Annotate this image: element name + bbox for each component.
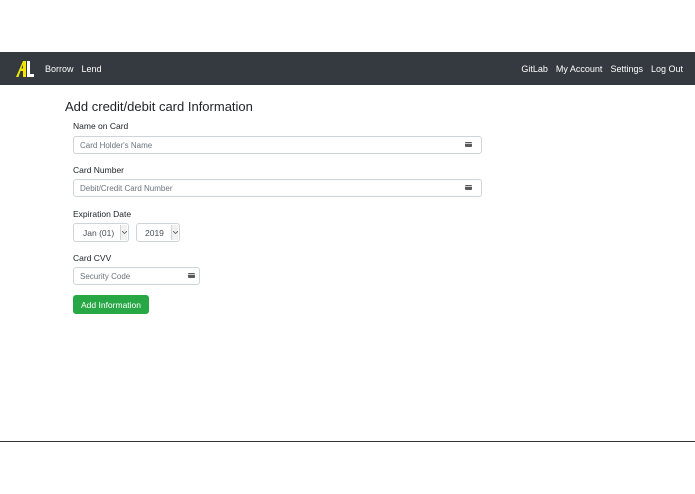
add-information-button[interactable]: Add Information [73, 295, 150, 314]
top-navbar: Borrow Lend GitLab My Account Settings L… [0, 52, 695, 85]
expiry-month-value: Jan (01) [83, 228, 115, 238]
nav-link-log-out[interactable]: Log Out [651, 64, 683, 74]
chevron-down-icon [120, 225, 127, 240]
footer-divider [0, 441, 695, 442]
nav-left-links: Borrow Lend [45, 52, 110, 85]
credit-card-icon [465, 142, 472, 147]
expiry-year-value: 2019 [145, 228, 164, 238]
nav-right-links: GitLab My Account Settings Log Out [513, 52, 683, 85]
card-cvv-input[interactable] [73, 267, 200, 285]
nav-link-borrow[interactable]: Borrow [45, 64, 74, 74]
name-on-card-input[interactable] [73, 136, 482, 154]
credit-card-icon [465, 185, 472, 190]
nav-link-my-account[interactable]: My Account [556, 64, 603, 74]
main-content: Add credit/debit card Information Name o… [65, 99, 485, 314]
expiration-date-label: Expiration Date [73, 209, 132, 219]
expiry-year-select[interactable]: 2019 [136, 223, 180, 242]
nav-link-gitlab[interactable]: GitLab [521, 64, 548, 74]
chevron-down-icon [171, 225, 178, 240]
credit-card-icon [188, 273, 195, 278]
al-logo-icon[interactable] [16, 60, 34, 78]
card-number-input[interactable] [73, 179, 482, 197]
page-title: Add credit/debit card Information [65, 99, 253, 114]
nav-link-settings[interactable]: Settings [610, 64, 643, 74]
nav-link-lend[interactable]: Lend [82, 64, 102, 74]
expiry-month-select[interactable]: Jan (01) [73, 223, 129, 242]
name-on-card-label: Name on Card [73, 121, 129, 131]
card-number-label: Card Number [73, 165, 125, 175]
card-cvv-label: Card CVV [73, 253, 112, 263]
